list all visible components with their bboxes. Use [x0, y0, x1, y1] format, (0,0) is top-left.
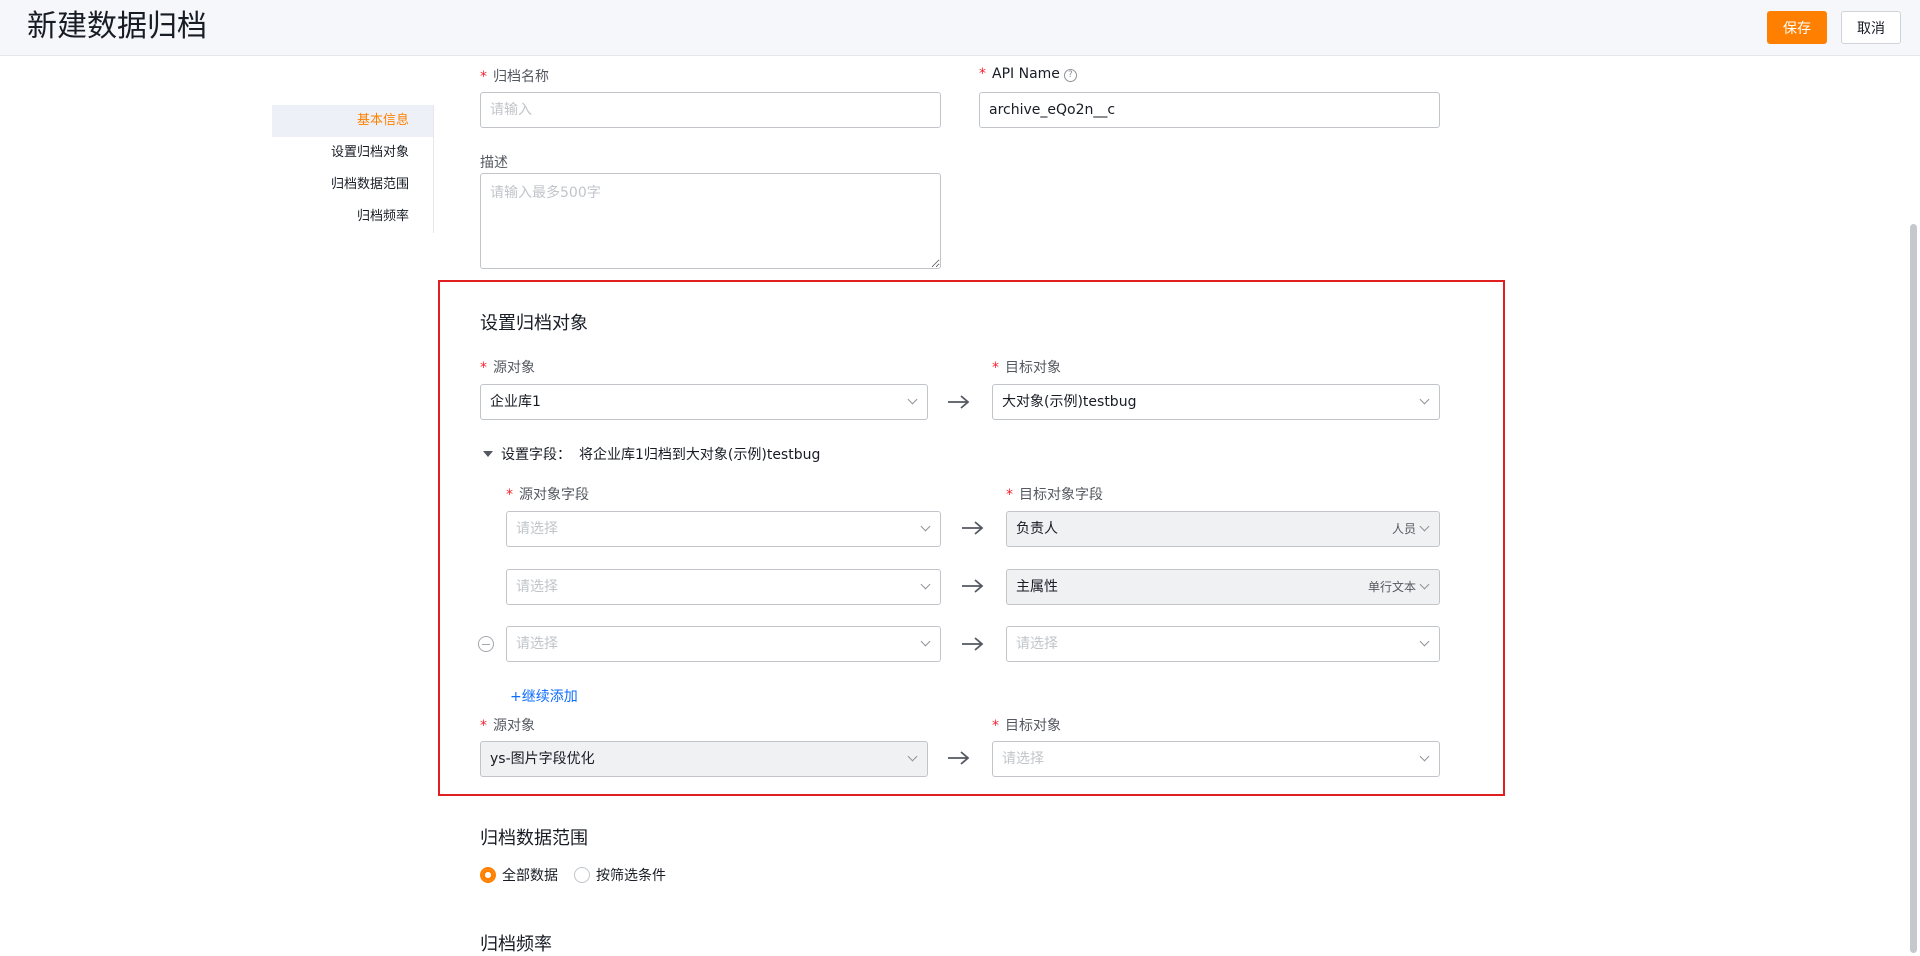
- radio-all-data[interactable]: [480, 867, 496, 883]
- target-object-select-2[interactable]: 请选择: [992, 741, 1440, 777]
- api-name-label: * API Name?: [979, 66, 1077, 82]
- description-label: 描述: [480, 155, 508, 171]
- chevron-down-icon: [1420, 754, 1430, 764]
- arrow-right-icon: [947, 394, 971, 410]
- arrow-right-icon: [961, 520, 985, 536]
- required-mark: *: [480, 360, 487, 376]
- source-object-label: * 源对象: [480, 360, 535, 376]
- help-icon[interactable]: ?: [1063, 69, 1077, 82]
- source-object-select[interactable]: 企业库1: [480, 384, 928, 420]
- required-mark: *: [506, 487, 513, 503]
- arrow-right-icon: [961, 578, 985, 594]
- source-field-select-1[interactable]: 请选择: [506, 511, 941, 547]
- required-mark: *: [992, 360, 999, 376]
- cancel-button[interactable]: 取消: [1841, 11, 1901, 44]
- fields-toggle[interactable]: 设置字段： 将企业库1归档到大对象(示例)testbug: [483, 444, 820, 464]
- description-textarea[interactable]: [480, 173, 941, 269]
- nav-item-frequency[interactable]: 归档频率: [272, 201, 433, 233]
- data-range-title: 归档数据范围: [480, 828, 588, 849]
- source-field-select-2[interactable]: 请选择: [506, 569, 941, 605]
- remove-row-icon[interactable]: [478, 636, 494, 652]
- required-mark: *: [992, 718, 999, 734]
- archive-name-input[interactable]: [480, 92, 941, 128]
- required-mark: *: [979, 66, 986, 82]
- nav-item-basic-info[interactable]: 基本信息: [272, 105, 433, 137]
- field-type-tag: 单行文本: [1367, 580, 1416, 594]
- target-object-select[interactable]: 大对象(示例)testbug: [992, 384, 1440, 420]
- add-more-link[interactable]: +继续添加: [510, 686, 578, 706]
- save-button[interactable]: 保存: [1767, 11, 1827, 44]
- target-object-label-2: * 目标对象: [992, 718, 1061, 734]
- chevron-down-icon: [1420, 397, 1430, 407]
- source-object-label-2: * 源对象: [480, 718, 535, 734]
- chevron-down-icon: [1420, 639, 1430, 649]
- chevron-down-icon: [921, 639, 931, 649]
- target-field-select-2[interactable]: 主属性 单行文本: [1006, 569, 1440, 605]
- required-mark: *: [1006, 487, 1013, 503]
- target-field-label: * 目标对象字段: [1006, 487, 1103, 503]
- data-range-radio-group: 全部数据 按筛选条件: [480, 865, 682, 885]
- nav-item-data-range[interactable]: 归档数据范围: [272, 169, 433, 201]
- target-object-label: * 目标对象: [992, 360, 1061, 376]
- arrow-right-icon: [961, 636, 985, 652]
- required-mark: *: [480, 69, 487, 85]
- radio-filter-condition[interactable]: [574, 867, 590, 883]
- chevron-down-icon: [921, 524, 931, 534]
- section-nav: 基本信息 设置归档对象 归档数据范围 归档频率: [272, 105, 434, 233]
- page-scrollbar[interactable]: [1910, 224, 1917, 953]
- nav-item-archive-object[interactable]: 设置归档对象: [272, 137, 433, 169]
- source-field-label: * 源对象字段: [506, 487, 589, 503]
- header-bar: 新建数据归档 保存 取消: [0, 0, 1920, 56]
- target-field-select-1[interactable]: 负责人 人员: [1006, 511, 1440, 547]
- chevron-down-icon: [908, 754, 918, 764]
- archive-object-title: 设置归档对象: [480, 313, 588, 334]
- chevron-down-icon: [921, 582, 931, 592]
- source-field-select-3[interactable]: 请选择: [506, 626, 941, 662]
- api-name-input[interactable]: [979, 92, 1440, 128]
- chevron-down-icon: [908, 397, 918, 407]
- field-type-tag: 人员: [1391, 522, 1416, 536]
- archive-name-label: * 归档名称: [480, 69, 549, 85]
- target-field-select-3[interactable]: 请选择: [1006, 626, 1440, 662]
- frequency-title: 归档频率: [480, 934, 552, 955]
- page-title: 新建数据归档: [27, 9, 207, 44]
- chevron-down-icon: [1420, 582, 1430, 592]
- required-mark: *: [480, 718, 487, 734]
- arrow-right-icon: [947, 750, 971, 766]
- caret-down-icon: [483, 451, 493, 457]
- chevron-down-icon: [1420, 524, 1430, 534]
- source-object-select-2[interactable]: ys-图片字段优化: [480, 741, 928, 777]
